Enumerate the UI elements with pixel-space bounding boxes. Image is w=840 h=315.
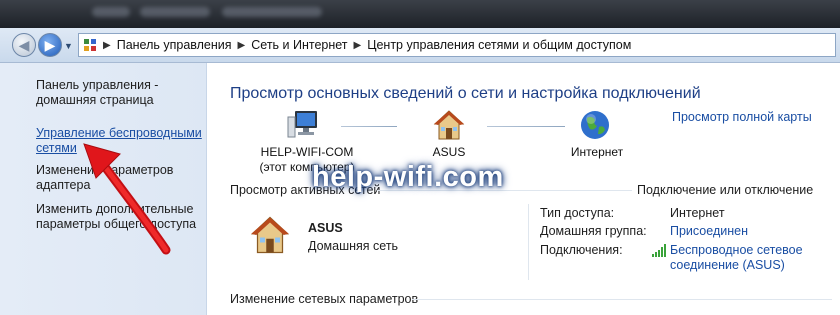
computer-icon[interactable] <box>287 109 321 146</box>
sidebar-item-label: Панель управления - <box>36 78 159 92</box>
wireless-connection-link[interactable]: Беспроводное сетевое соединение (ASUS) <box>670 243 803 273</box>
title-blurred-text <box>140 7 210 17</box>
change-network-settings-label: Изменение сетевых параметров <box>230 292 419 306</box>
connection-line <box>487 126 565 127</box>
view-full-map-link[interactable]: Просмотр полной карты <box>672 110 812 124</box>
title-blurred-text <box>222 7 322 17</box>
connection-link-line: Беспроводное сетевое <box>670 243 803 257</box>
watermark: help-wifi.com <box>312 161 504 193</box>
window-title-bar <box>0 0 840 28</box>
connection-link-line: соединение (ASUS) <box>670 258 785 272</box>
chevron-right-icon[interactable]: ▶ <box>238 40 246 51</box>
globe-icon[interactable] <box>579 109 611 146</box>
connections-label: Подключения: <box>540 243 623 257</box>
divider <box>528 204 529 280</box>
chevron-right-icon[interactable]: ▶ <box>103 40 111 51</box>
recent-pages-dropdown-icon[interactable]: ▼ <box>64 41 73 51</box>
access-type-value: Интернет <box>670 206 725 220</box>
chevron-right-icon[interactable]: ▶ <box>354 40 362 51</box>
red-arrow-icon <box>70 138 180 263</box>
main-panel: Просмотр основных сведений о сети и наст… <box>207 63 840 315</box>
map-node-label: ASUS <box>432 145 466 159</box>
title-blurred-text <box>92 7 130 17</box>
connection-line <box>341 126 397 127</box>
back-button[interactable]: ◀ <box>12 33 36 57</box>
access-type-label: Тип доступа: <box>540 206 615 220</box>
breadcrumb-network-center[interactable]: Центр управления сетями и общим доступом <box>367 38 631 52</box>
divider <box>412 299 832 300</box>
breadcrumb-control-panel[interactable]: Панель управления <box>117 38 232 52</box>
connect-disconnect-link[interactable]: Подключение или отключение <box>637 183 813 197</box>
map-node-label: HELP-WIFI-COM <box>260 145 354 159</box>
map-node-label: Интернет <box>570 145 624 159</box>
house-icon[interactable] <box>433 109 465 146</box>
breadcrumb-network-internet[interactable]: Сеть и Интернет <box>251 38 347 52</box>
forward-button[interactable]: ▶ <box>38 33 62 57</box>
sidebar-item-label: домашняя страница <box>36 93 154 107</box>
wifi-signal-icon <box>652 244 666 262</box>
sidebar-item-control-panel-home[interactable]: Панель управления - домашняя страница <box>36 78 206 108</box>
homegroup-label: Домашняя группа: <box>540 224 647 238</box>
page-title: Просмотр основных сведений о сети и наст… <box>230 85 701 102</box>
control-panel-icon <box>83 38 97 52</box>
network-name: ASUS <box>308 221 343 235</box>
network-type-link[interactable]: Домашняя сеть <box>308 239 398 253</box>
homegroup-link[interactable]: Присоединен <box>670 224 748 238</box>
navigation-bar: ◀ ▶ ▼ ▶ Панель управления ▶ Сеть и Интер… <box>0 28 840 63</box>
address-bar[interactable]: ▶ Панель управления ▶ Сеть и Интернет ▶ … <box>78 33 836 57</box>
house-icon <box>250 215 290 260</box>
